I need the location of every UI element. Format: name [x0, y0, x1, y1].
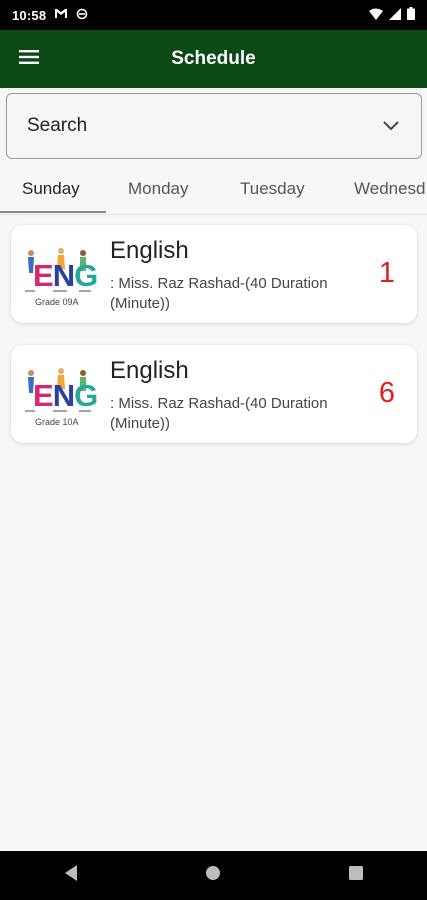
back-icon — [63, 864, 79, 887]
status-bar: 10:58 — [0, 0, 427, 30]
recents-icon — [348, 865, 364, 886]
signal-icon — [389, 7, 401, 23]
tab-monday[interactable]: Monday — [128, 170, 188, 214]
sync-icon — [76, 8, 88, 23]
subject-title: English — [110, 237, 189, 264]
lesson-card[interactable]: ENG Grade 09A English : Miss. Raz Rashad… — [11, 225, 417, 323]
active-tab-indicator — [0, 211, 106, 213]
teacher-duration: : Miss. Raz Rashad-(40 Duration (Minute)… — [110, 395, 328, 432]
tab-wednesday[interactable]: Wednesd — [354, 170, 426, 214]
search-label: Search — [27, 115, 88, 136]
tab-sunday[interactable]: Sunday — [22, 170, 80, 214]
chevron-down-icon — [381, 119, 401, 133]
day-tabs: Sunday Monday Tuesday Wednesd — [0, 170, 427, 215]
page-title: Schedule — [171, 48, 256, 69]
status-time: 10:58 — [12, 7, 47, 23]
subject-title: English — [110, 357, 189, 384]
hamburger-icon — [19, 49, 39, 70]
subject-thumbnail: ENG Grade 10A — [23, 367, 99, 429]
eng-logo: ENG — [33, 378, 98, 413]
app-bar: Schedule — [0, 30, 427, 88]
recents-button[interactable] — [336, 856, 376, 896]
period-number: 1 — [378, 257, 395, 289]
home-icon — [205, 865, 221, 886]
teacher-duration: : Miss. Raz Rashad-(40 Duration (Minute)… — [110, 275, 328, 312]
home-button[interactable] — [193, 856, 233, 896]
menu-button[interactable] — [14, 44, 44, 74]
grade-label: Grade 10A — [35, 417, 79, 427]
grade-label: Grade 09A — [35, 297, 79, 307]
back-button[interactable] — [51, 856, 91, 896]
subject-thumbnail: ENG Grade 09A — [23, 247, 99, 309]
lesson-card[interactable]: ENG Grade 10A English : Miss. Raz Rashad… — [11, 345, 417, 443]
wifi-icon — [369, 8, 383, 23]
tab-tuesday[interactable]: Tuesday — [240, 170, 305, 214]
eng-logo: ENG — [33, 258, 98, 293]
gmail-icon — [54, 8, 68, 22]
battery-icon — [407, 7, 415, 23]
system-nav-bar — [0, 851, 427, 900]
search-dropdown[interactable]: Search — [6, 93, 422, 159]
period-number: 6 — [378, 377, 395, 409]
